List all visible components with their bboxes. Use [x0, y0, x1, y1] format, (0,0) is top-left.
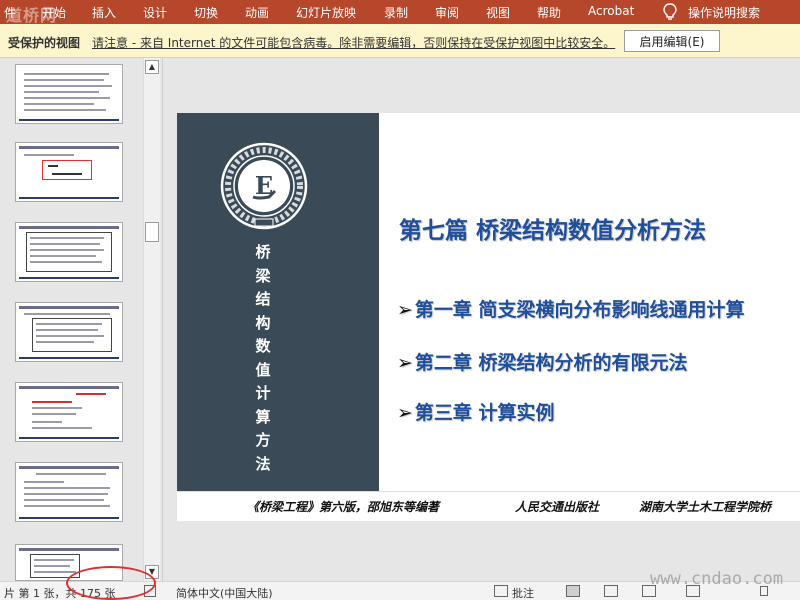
emblem-letter: E [255, 171, 273, 200]
ribbon-menu: 道桥网 件 开始 插入 设计 切换 动画 幻灯片放映 录制 审阅 视图 帮助 A… [0, 0, 800, 25]
slide-thumbnail[interactable] [15, 382, 123, 442]
slide-thumbnail[interactable] [15, 142, 123, 202]
tab-review[interactable]: 审阅 [435, 4, 459, 21]
university-emblem-icon: E [220, 142, 308, 230]
slide-thumbnail[interactable] [15, 462, 123, 522]
scrollbar-thumb[interactable] [145, 222, 159, 242]
slide-thumbnail[interactable] [15, 64, 123, 124]
tab-view[interactable]: 视图 [486, 4, 510, 21]
chapter-item: ➢ 第二章 桥梁结构分析的有限元法 [397, 352, 688, 374]
tab-file[interactable]: 件 [4, 4, 16, 21]
tab-home[interactable]: 开始 [42, 4, 66, 21]
slide-thumbnail[interactable] [15, 302, 123, 362]
search-help-label[interactable]: 操作说明搜索 [688, 4, 760, 21]
lightbulb-icon[interactable] [662, 3, 678, 21]
highlight-annotation [66, 566, 156, 600]
normal-view-icon[interactable] [566, 585, 580, 597]
chapter-item: ➢ 第一章 简支梁横向分布影响线通用计算 [397, 299, 745, 321]
arrow-bullet-icon: ➢ [397, 352, 413, 374]
tab-acrobat[interactable]: Acrobat [588, 4, 634, 18]
arrow-bullet-icon: ➢ [397, 299, 413, 321]
slide-thumbnail-pane: ▲ ▼ [0, 58, 163, 581]
chapter-item: ➢ 第三章 计算实例 [397, 402, 555, 424]
slide-footer: 《桥梁工程》第六版，邵旭东等编著 人民交通出版社 湖南大学土木工程学院桥 [177, 491, 800, 521]
tab-help[interactable]: 帮助 [537, 4, 561, 21]
comments-icon[interactable] [494, 585, 508, 597]
footer-publisher: 人民交通出版社 [515, 500, 600, 514]
tab-transitions[interactable]: 切换 [194, 4, 218, 21]
protected-view-bar: 受保护的视图 请注意 - 来自 Internet 的文件可能包含病毒。除非需要编… [0, 24, 800, 58]
footer-university: 湖南大学土木工程学院桥 [639, 500, 772, 514]
tab-insert[interactable]: 插入 [92, 4, 116, 21]
thumbnail-scrollbar[interactable]: ▲ ▼ [143, 58, 160, 581]
comments-button[interactable]: 批注 [512, 585, 534, 600]
slide-title: 第七篇 桥梁结构数值分析方法 [399, 218, 707, 244]
slide-sorter-icon[interactable] [604, 585, 618, 597]
slide-thumbnail[interactable] [15, 222, 123, 282]
tab-animations[interactable]: 动画 [245, 4, 269, 21]
scroll-up-icon[interactable]: ▲ [145, 60, 159, 74]
tab-slideshow[interactable]: 幻灯片放映 [296, 4, 356, 21]
tab-design[interactable]: 设计 [143, 4, 167, 21]
slide-editor-area: E 桥 梁 结 构 数 值 计 算 方 法 第七篇 桥梁结构数值分析方法 ➢ 第一… [164, 58, 800, 581]
vertical-course-title: 桥 梁 结 构 数 值 计 算 方 法 [255, 243, 271, 473]
footer-book-title: 《桥梁工程》第六版，邵旭东等编著 [247, 500, 440, 514]
current-slide[interactable]: E 桥 梁 结 构 数 值 计 算 方 法 第七篇 桥梁结构数值分析方法 ➢ 第一… [177, 113, 800, 521]
arrow-bullet-icon: ➢ [397, 402, 413, 424]
language-indicator[interactable]: 简体中文(中国大陆) [176, 585, 273, 600]
tab-record[interactable]: 录制 [384, 4, 408, 21]
site-watermark: www.cndao.com [650, 569, 784, 589]
protected-view-message[interactable]: 请注意 - 来自 Internet 的文件可能包含病毒。除非需要编辑，否则保持在… [92, 34, 615, 51]
enable-editing-button[interactable]: 启用编辑(E) [624, 30, 720, 52]
protected-view-title: 受保护的视图 [8, 36, 81, 50]
